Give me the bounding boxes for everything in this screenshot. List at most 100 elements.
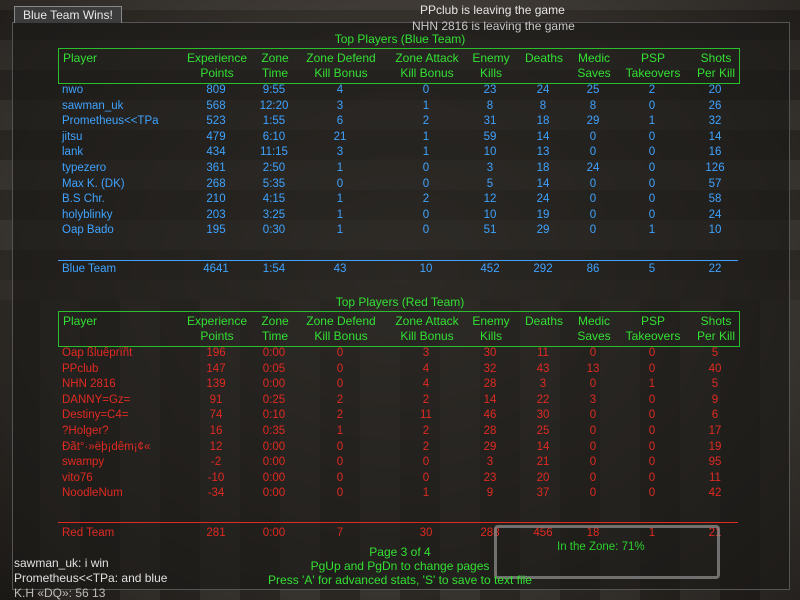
blue-header-zone-attack-kill-bonus: Zone Attack Kill Bonus — [395, 51, 459, 80]
red-cell-psp-takeovers: 0 — [648, 440, 656, 453]
red-player-row: Ðãt°·»ëþ¡dêm¡¢« 12 0:00 0 2 29 14 0 0 19 — [60, 441, 740, 457]
blue-cell-zone-attack-kill-bonus: 1 — [422, 146, 430, 159]
red-cell-zone-time: 0:00 — [262, 378, 286, 391]
red-cell-enemy-kills: 32 — [483, 362, 497, 375]
blue-cell-deaths: 8 — [539, 99, 547, 112]
blue-cell-zone-time: 9:55 — [262, 84, 286, 96]
red-header-medic-saves: Medic Saves — [577, 314, 611, 343]
blue-cell-zone-defend-kill-bonus: 43 — [333, 263, 347, 275]
blue-cell-experience-points: 4641 — [203, 263, 229, 275]
blue-header-deaths: Deaths — [524, 51, 564, 65]
blue-cell-shots-per-kill: 126 — [705, 162, 725, 174]
leave-message-2: NHN 2816 is leaving the game — [412, 19, 575, 33]
blue-cell-shots-per-kill: 16 — [708, 146, 722, 159]
red-cell-experience-points: -34 — [207, 487, 225, 500]
blue-cell-experience-points: 203 — [206, 208, 226, 221]
red-header-experience-points: Experience Points — [186, 314, 248, 343]
blue-cell-medic-saves: 8 — [589, 99, 597, 112]
blue-cell-zone-attack-kill-bonus: 0 — [422, 177, 430, 190]
blue-cell-zone-attack-kill-bonus: 0 — [422, 208, 430, 221]
red-cell-zone-attack-kill-bonus: 3 — [422, 347, 430, 359]
blue-cell-player: Oap Bado — [62, 224, 114, 237]
blue-cell-shots-per-kill: 22 — [708, 263, 722, 275]
red-cell-medic-saves: 0 — [589, 440, 597, 453]
red-player-row: NHN 2816 139 0:00 0 4 28 3 0 1 5 — [60, 378, 740, 394]
red-cell-player: Destiny=C4= — [62, 409, 129, 422]
blue-cell-player: nwo — [62, 84, 84, 96]
red-cell-zone-attack-kill-bonus: 1 — [422, 487, 430, 500]
blue-cell-zone-attack-kill-bonus: 0 — [422, 224, 430, 237]
red-cell-zone-attack-kill-bonus: 2 — [422, 440, 430, 453]
blue-player-row: Oap Bado 195 0:30 1 0 51 29 0 1 10 — [60, 224, 740, 240]
red-cell-psp-takeovers: 0 — [648, 456, 656, 469]
red-cell-zone-time: 0:00 — [262, 487, 286, 500]
red-cell-zone-time: 0:00 — [262, 527, 286, 539]
blue-cell-experience-points: 434 — [206, 146, 226, 159]
red-cell-deaths: 14 — [536, 440, 550, 453]
red-cell-zone-attack-kill-bonus: 30 — [419, 527, 433, 539]
red-cell-zone-time: 0:00 — [262, 456, 286, 469]
red-cell-zone-time: 0:00 — [262, 440, 286, 453]
blue-header-player: Player — [63, 51, 98, 65]
blue-cell-medic-saves: 0 — [589, 208, 597, 221]
blue-cell-shots-per-kill: 20 — [708, 84, 722, 96]
blue-cell-player: sawman_uk — [62, 99, 124, 112]
red-cell-experience-points: 91 — [209, 393, 223, 406]
red-player-row: NoodleNum -34 0:00 0 1 9 37 0 0 42 — [60, 487, 740, 503]
blue-cell-enemy-kills: 12 — [483, 193, 497, 206]
blue-cell-zone-time: 2:50 — [262, 162, 286, 174]
red-cell-psp-takeovers: 0 — [648, 471, 656, 484]
blue-cell-psp-takeovers: 1 — [648, 115, 656, 128]
blue-cell-medic-saves: 0 — [589, 193, 597, 206]
red-player-row: PPclub 147 0:05 0 4 32 43 13 0 40 — [60, 363, 740, 379]
red-cell-deaths: 30 — [536, 409, 550, 422]
blue-cell-zone-time: 12:20 — [259, 99, 289, 112]
red-cell-zone-defend-kill-bonus: 0 — [336, 347, 344, 359]
red-cell-shots-per-kill: 5 — [711, 378, 719, 391]
blue-cell-shots-per-kill: 26 — [708, 99, 722, 112]
red-cell-zone-time: 0:05 — [262, 362, 286, 375]
blue-cell-enemy-kills: 10 — [483, 208, 497, 221]
red-cell-deaths: 3 — [539, 378, 547, 391]
red-cell-enemy-kills: 3 — [486, 456, 494, 469]
blue-cell-zone-defend-kill-bonus: 0 — [336, 177, 344, 190]
red-cell-zone-defend-kill-bonus: 0 — [336, 378, 344, 391]
red-cell-enemy-kills: 23 — [483, 471, 497, 484]
red-cell-shots-per-kill: 6 — [711, 409, 719, 422]
blue-player-row: sawman_uk 568 12:20 3 1 8 8 8 0 26 — [60, 100, 740, 116]
red-player-row: swampy -2 0:00 0 0 3 21 0 0 95 — [60, 456, 740, 472]
red-cell-enemy-kills: 14 — [483, 393, 497, 406]
red-cell-shots-per-kill: 19 — [708, 440, 722, 453]
red-cell-shots-per-kill: 5 — [711, 347, 719, 359]
blue-cell-zone-defend-kill-bonus: 1 — [336, 224, 344, 237]
blue-team-total: Blue Team 4641 1:54 43 10 452 292 86 5 22 — [60, 263, 740, 279]
red-cell-player: vito76 — [62, 471, 93, 484]
blue-player-row: holyblinky 203 3:25 1 0 10 19 0 0 24 — [60, 209, 740, 225]
red-cell-player: NHN 2816 — [62, 378, 116, 391]
red-cell-experience-points: -10 — [207, 471, 225, 484]
red-cell-shots-per-kill: 42 — [708, 487, 722, 500]
blue-player-row: typezero 361 2:50 1 0 3 18 24 0 126 — [60, 162, 740, 178]
blue-cell-zone-time: 0:30 — [262, 224, 286, 237]
blue-cell-enemy-kills: 10 — [483, 146, 497, 159]
red-cell-zone-attack-kill-bonus: 4 — [422, 378, 430, 391]
blue-cell-psp-takeovers: 0 — [648, 146, 656, 159]
red-cell-shots-per-kill: 17 — [708, 425, 722, 437]
red-cell-zone-time: 0:10 — [262, 409, 286, 422]
red-table-header: Player Experience Points Zone Time Zone Defe… — [58, 311, 740, 347]
chat-line-3: K.H «DQ»: 56 13 — [14, 586, 106, 600]
red-header-psp-takeovers: PSP Takeovers — [625, 314, 681, 343]
red-cell-experience-points: 147 — [206, 362, 226, 375]
blue-player-row: jitsu 479 6:10 21 1 59 14 0 0 14 — [60, 131, 740, 147]
red-cell-enemy-kills: 29 — [483, 440, 497, 453]
blue-cell-shots-per-kill: 14 — [708, 130, 722, 143]
red-cell-experience-points: 16 — [209, 425, 223, 437]
blue-cell-enemy-kills: 31 — [483, 115, 497, 128]
blue-cell-deaths: 19 — [536, 208, 550, 221]
blue-cell-deaths: 13 — [536, 146, 550, 159]
blue-cell-shots-per-kill: 58 — [708, 193, 722, 206]
blue-total-separator — [58, 260, 738, 261]
red-cell-player: PPclub — [62, 362, 99, 375]
blue-cell-zone-attack-kill-bonus: 10 — [419, 263, 433, 275]
blue-cell-shots-per-kill: 10 — [708, 224, 722, 237]
